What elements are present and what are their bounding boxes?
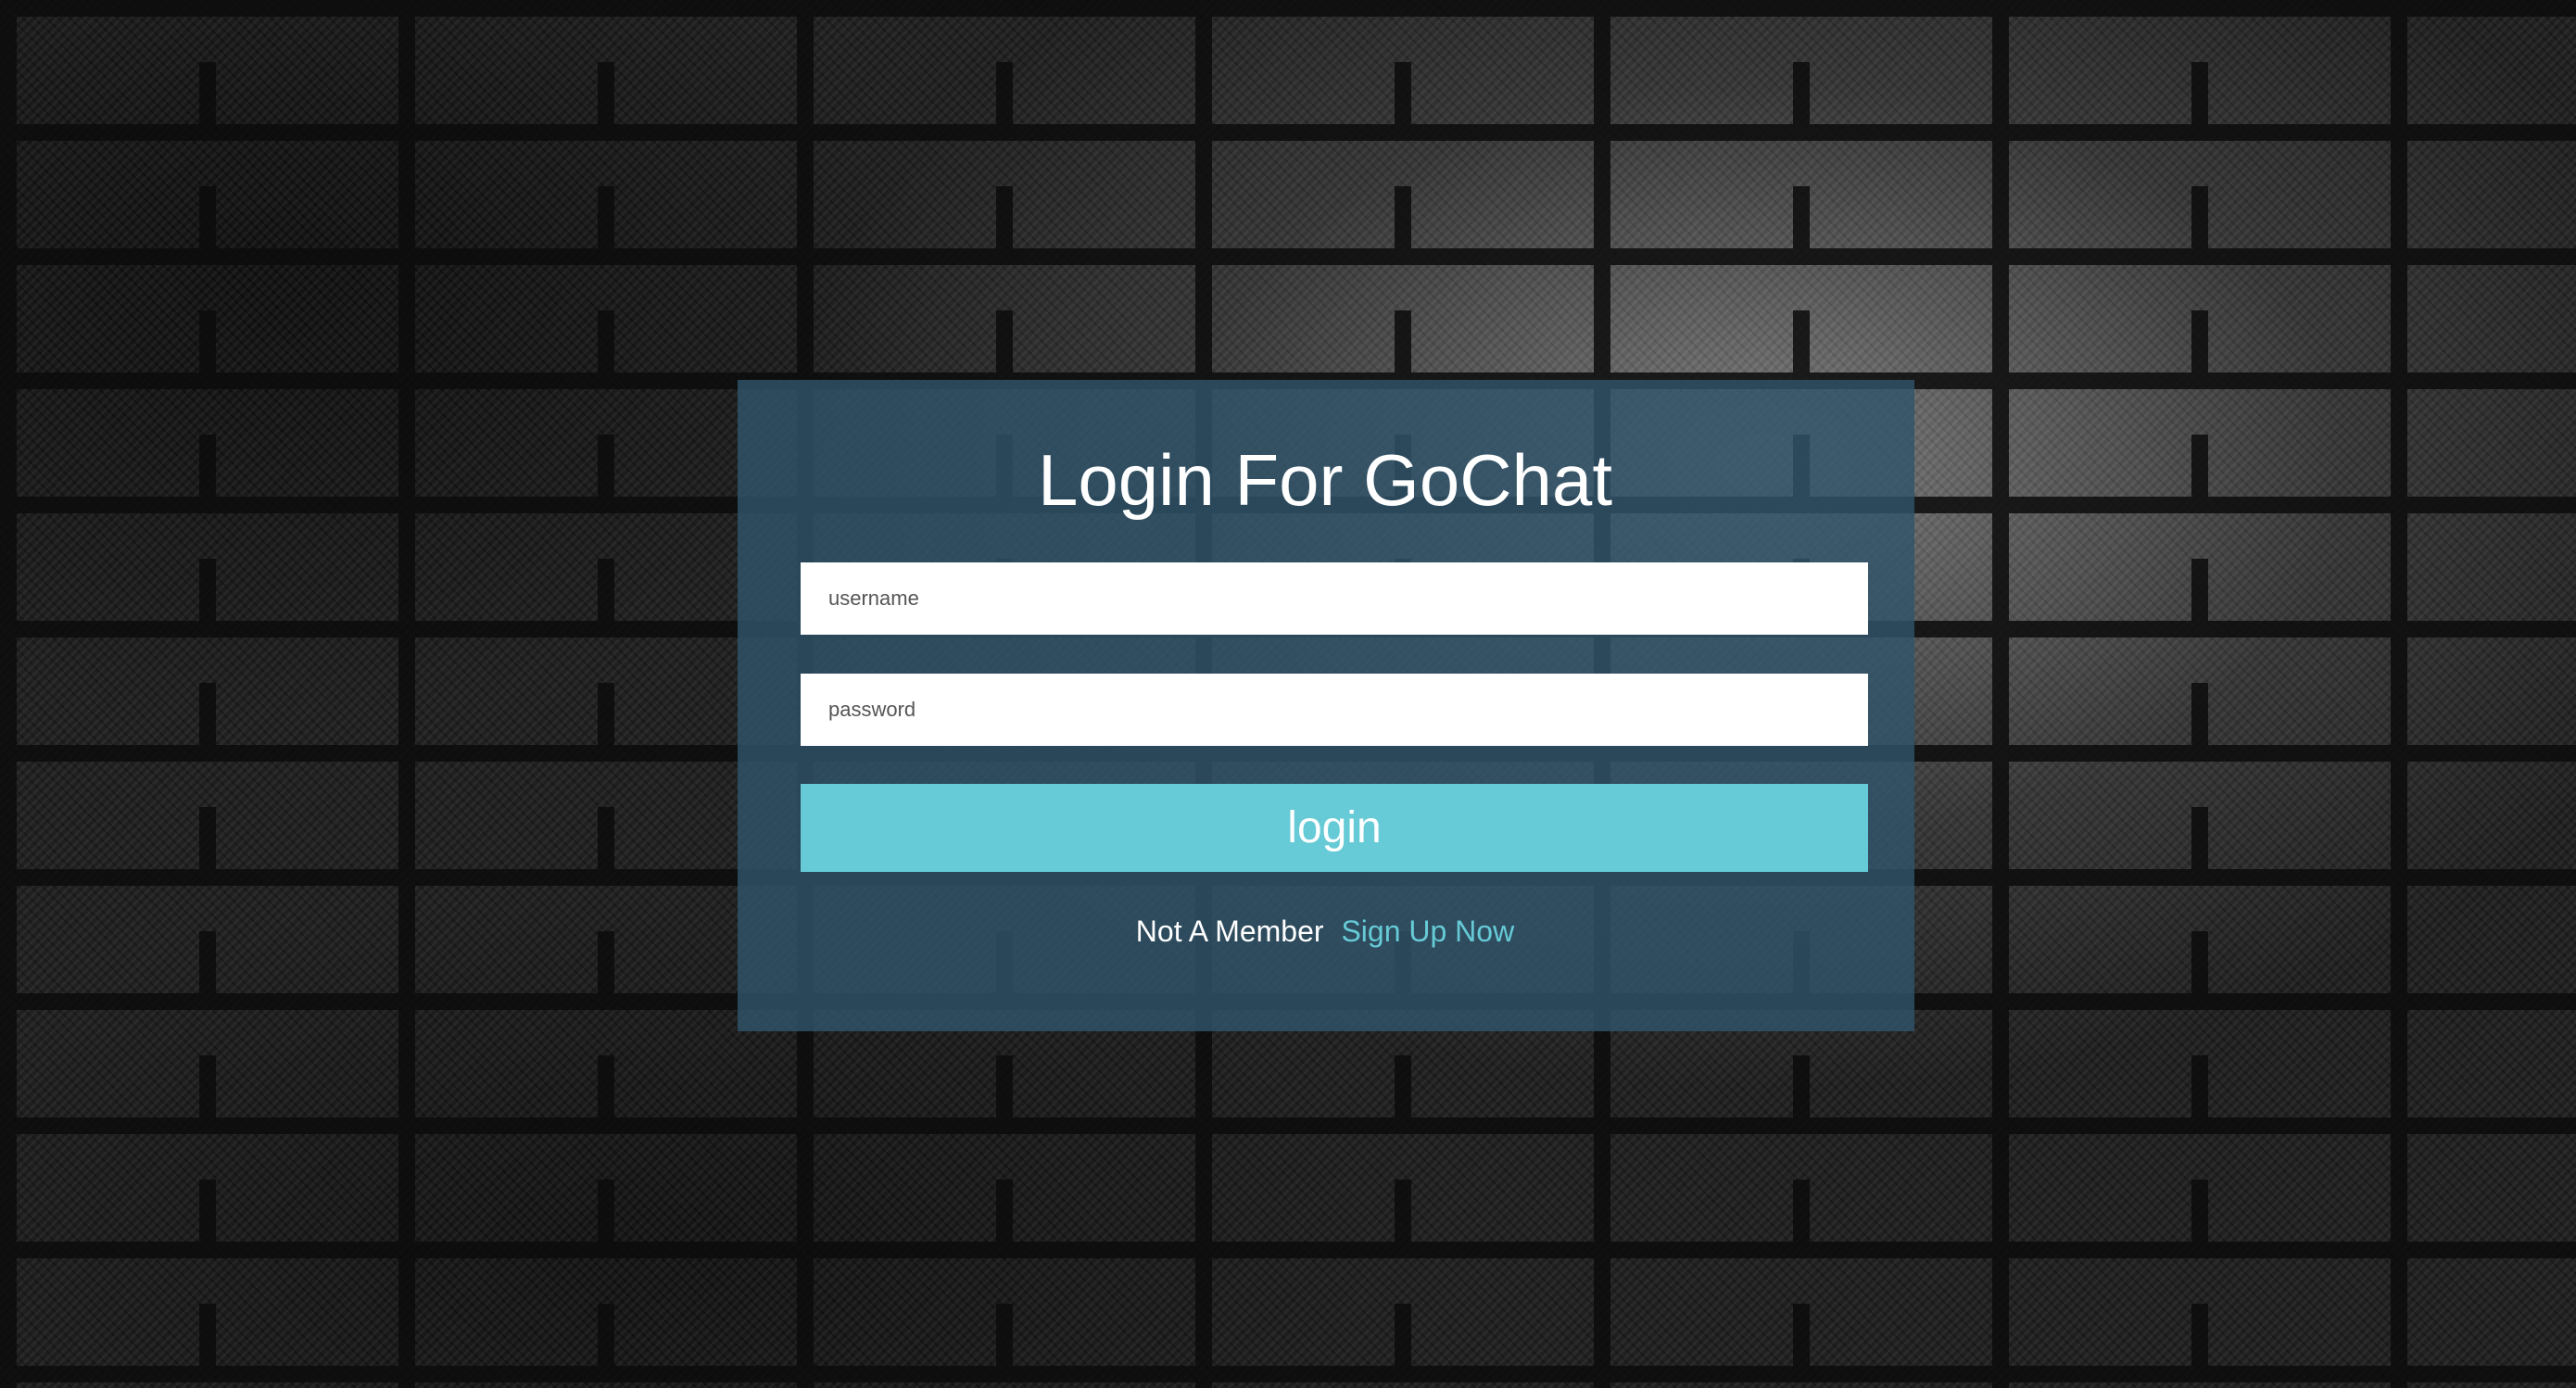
- login-button[interactable]: login: [801, 784, 1868, 872]
- username-input[interactable]: [801, 562, 1868, 635]
- password-input[interactable]: [801, 674, 1868, 746]
- not-member-label: Not A Member: [1135, 915, 1324, 948]
- signup-link[interactable]: Sign Up Now: [1341, 915, 1514, 948]
- login-title: Login For GoChat: [1037, 439, 1612, 521]
- signup-prompt: Not A Member Sign Up Now: [0, 908, 2576, 954]
